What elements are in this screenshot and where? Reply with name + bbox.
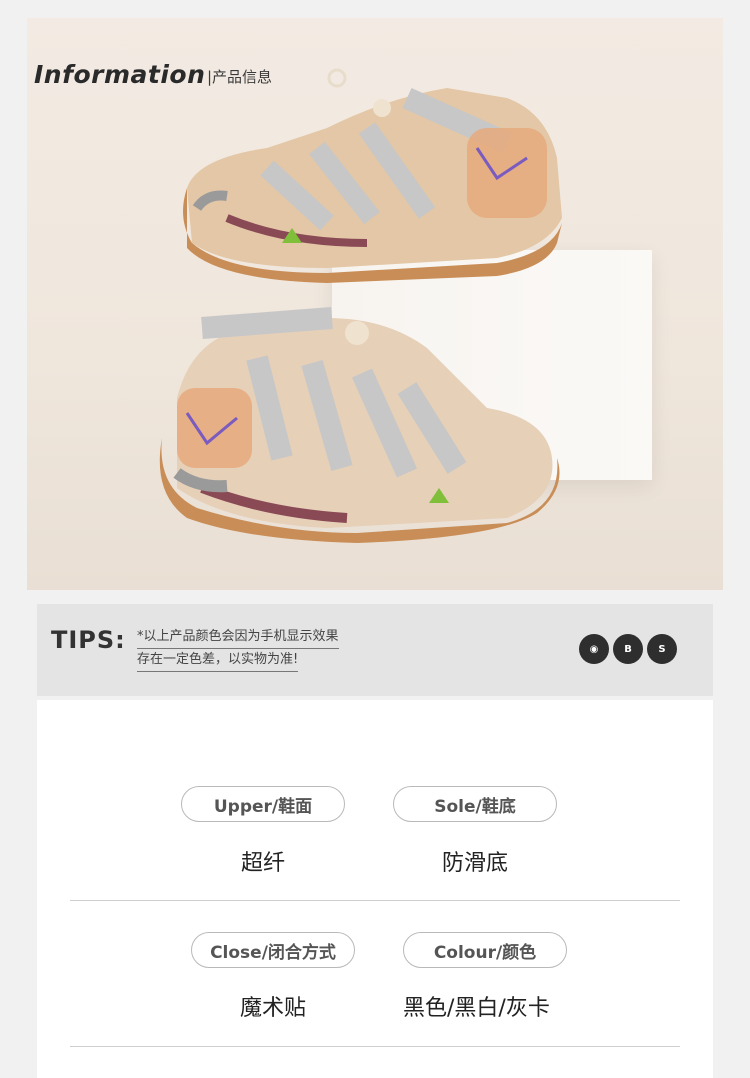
spec-label-upper: Upper/鞋面: [181, 786, 345, 822]
brand-badge-3-icon: S: [647, 634, 677, 664]
tips-line-1: *以上产品颜色会因为手机显示效果: [137, 626, 339, 649]
sandal-illustration: [159, 68, 562, 543]
tips-label: TIPS:: [51, 626, 126, 654]
spec-label-sole: Sole/鞋底: [393, 786, 557, 822]
sandal-bottom: [159, 307, 560, 543]
spec-panel: Upper/鞋面 Sole/鞋底 超纤 防滑底 Close/闭合方式 Colou…: [37, 700, 713, 1078]
info-heading: Information: [34, 60, 206, 89]
product-hero-image: Information |产品信息: [27, 18, 723, 590]
brand-badge-2-icon: B: [613, 634, 643, 664]
sandal-top: [183, 68, 562, 283]
tips-banner: TIPS: *以上产品颜色会因为手机显示效果 存在一定色差，以实物为准! ◉ B…: [37, 604, 713, 696]
tips-text: *以上产品颜色会因为手机显示效果 存在一定色差，以实物为准!: [137, 626, 339, 672]
info-subheading: |产品信息: [207, 68, 273, 86]
spec-label-colour: Colour/颜色: [403, 932, 567, 968]
spec-value-upper: 超纤: [240, 851, 285, 876]
spec-value-colour: 黑色/黑白/灰卡: [403, 996, 550, 1021]
spec-value-close: 魔术贴: [239, 996, 306, 1021]
tips-line-2: 存在一定色差，以实物为准!: [137, 649, 299, 672]
spec-divider-2: [70, 1046, 680, 1047]
spec-divider-1: [70, 900, 680, 901]
spec-value-sole: 防滑底: [441, 851, 508, 876]
brand-badges: ◉ B S: [579, 634, 677, 664]
spec-label-close: Close/闭合方式: [191, 932, 355, 968]
brand-badge-1-icon: ◉: [579, 634, 609, 664]
